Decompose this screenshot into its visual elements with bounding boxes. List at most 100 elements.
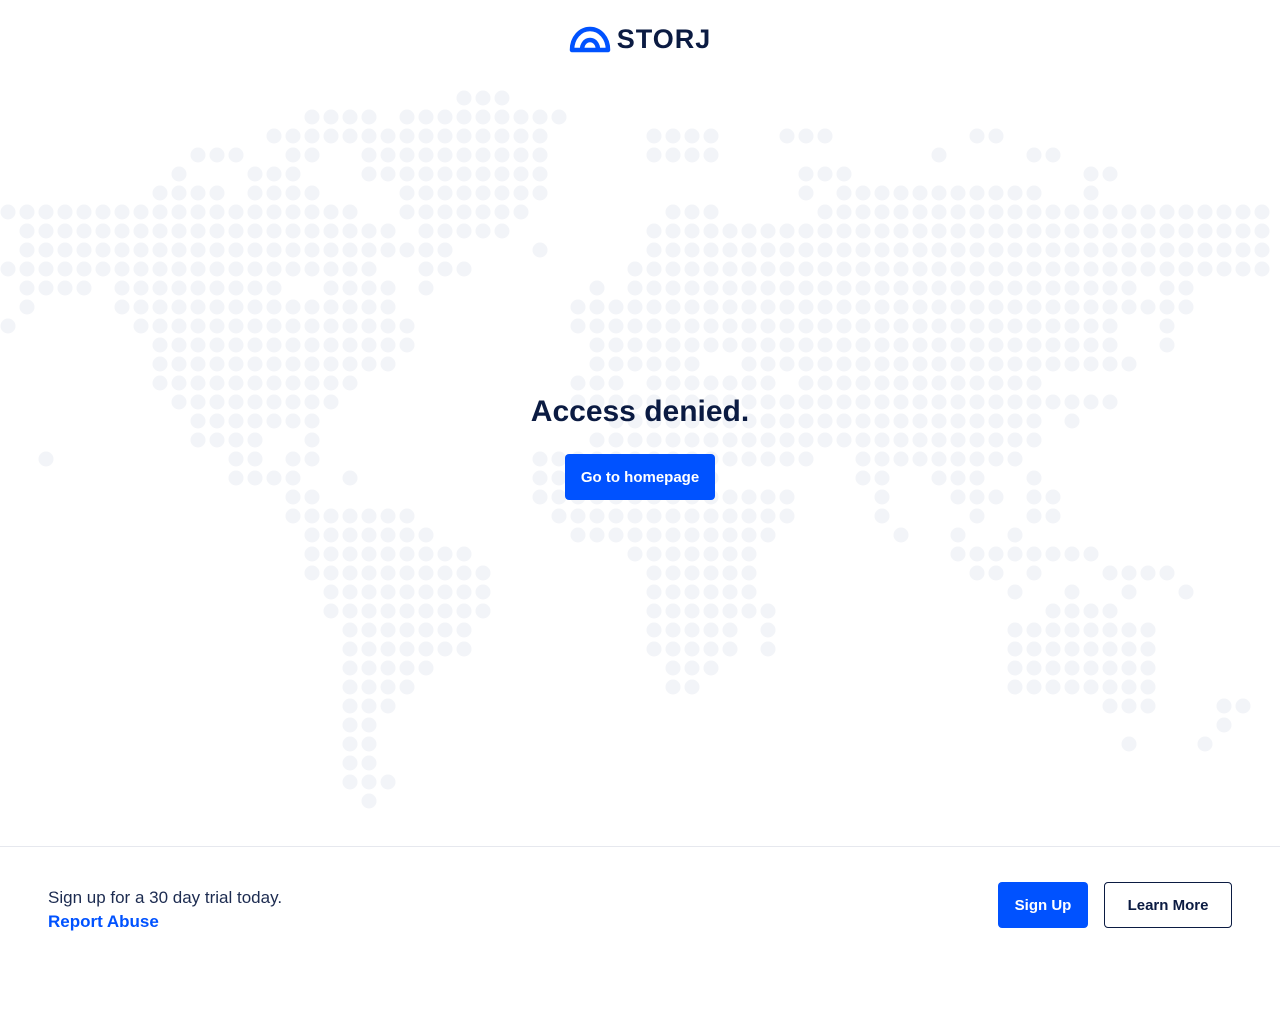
map-dot [114,204,130,220]
map-dot [266,204,282,220]
map-dot [741,527,757,543]
map-dot [513,166,529,182]
map-dot [285,185,301,201]
map-dot [380,337,396,353]
map-dot [399,584,415,600]
map-dot [247,166,263,182]
map-dot [1178,223,1194,239]
map-dot [190,280,206,296]
map-dot [437,185,453,201]
map-dot [380,166,396,182]
brand-name: STORJ [616,23,712,54]
map-dot [969,128,985,144]
map-dot [380,280,396,296]
map-dot [190,356,206,372]
map-dot [760,261,776,277]
map-dot [1026,223,1042,239]
map-dot [1216,261,1232,277]
map-dot [665,261,681,277]
map-dot [1102,603,1118,619]
map-dot [1026,508,1042,524]
map-dot [665,527,681,543]
map-dot [760,508,776,524]
learn-more-button[interactable]: Learn More [1104,882,1232,928]
go-to-homepage-button[interactable]: Go to homepage [565,454,715,500]
map-dot [893,375,909,391]
map-dot [817,356,833,372]
map-dot [1064,242,1080,258]
map-dot [380,147,396,163]
map-dot [988,375,1004,391]
map-dot [627,261,643,277]
map-dot [456,584,472,600]
map-dot [1026,660,1042,676]
map-dot [1102,356,1118,372]
map-dot [1026,337,1042,353]
map-dot [342,261,358,277]
map-dot [646,280,662,296]
map-dot [304,109,320,125]
map-dot [741,565,757,581]
map-dot [665,204,681,220]
map-dot [95,261,111,277]
map-dot [190,261,206,277]
map-dot [988,546,1004,562]
map-dot [722,280,738,296]
map-dot [19,299,35,315]
map-dot [722,299,738,315]
map-dot [475,584,491,600]
map-dot [1102,242,1118,258]
map-dot [1140,261,1156,277]
map-dot [342,660,358,676]
map-dot [304,508,320,524]
map-dot [323,223,339,239]
map-dot [494,90,510,106]
map-dot [171,261,187,277]
map-dot [247,261,263,277]
map-dot [646,223,662,239]
map-dot [228,261,244,277]
map-dot [1121,242,1137,258]
report-abuse-link[interactable]: Report Abuse [48,912,159,932]
storj-logo[interactable]: STORJ [569,24,712,55]
map-dot [836,356,852,372]
map-dot [1026,679,1042,695]
map-dot [646,584,662,600]
map-dot [627,337,643,353]
map-dot [912,337,928,353]
map-dot [361,774,377,790]
map-dot [874,280,890,296]
map-dot [836,242,852,258]
map-dot [1083,622,1099,638]
map-dot [722,622,738,638]
map-dot [19,280,35,296]
map-dot [1045,299,1061,315]
map-dot [247,280,263,296]
map-dot [1083,299,1099,315]
map-dot [418,584,434,600]
map-dot [361,527,377,543]
map-dot [969,223,985,239]
map-dot [190,375,206,391]
map-dot [133,204,149,220]
map-dot [418,280,434,296]
map-dot [1121,641,1137,657]
map-dot [1064,299,1080,315]
map-dot [1254,242,1270,258]
map-dot [1216,223,1232,239]
map-dot [323,527,339,543]
map-dot [1159,318,1175,334]
map-dot [1026,242,1042,258]
map-dot [779,223,795,239]
map-dot [874,356,890,372]
map-dot [171,299,187,315]
map-dot [684,565,700,581]
map-dot [646,128,662,144]
map-dot [475,128,491,144]
map-dot [1045,223,1061,239]
map-dot [342,622,358,638]
map-dot [418,242,434,258]
map-dot [0,318,16,334]
map-dot [399,109,415,125]
sign-up-button[interactable]: Sign Up [998,882,1088,928]
